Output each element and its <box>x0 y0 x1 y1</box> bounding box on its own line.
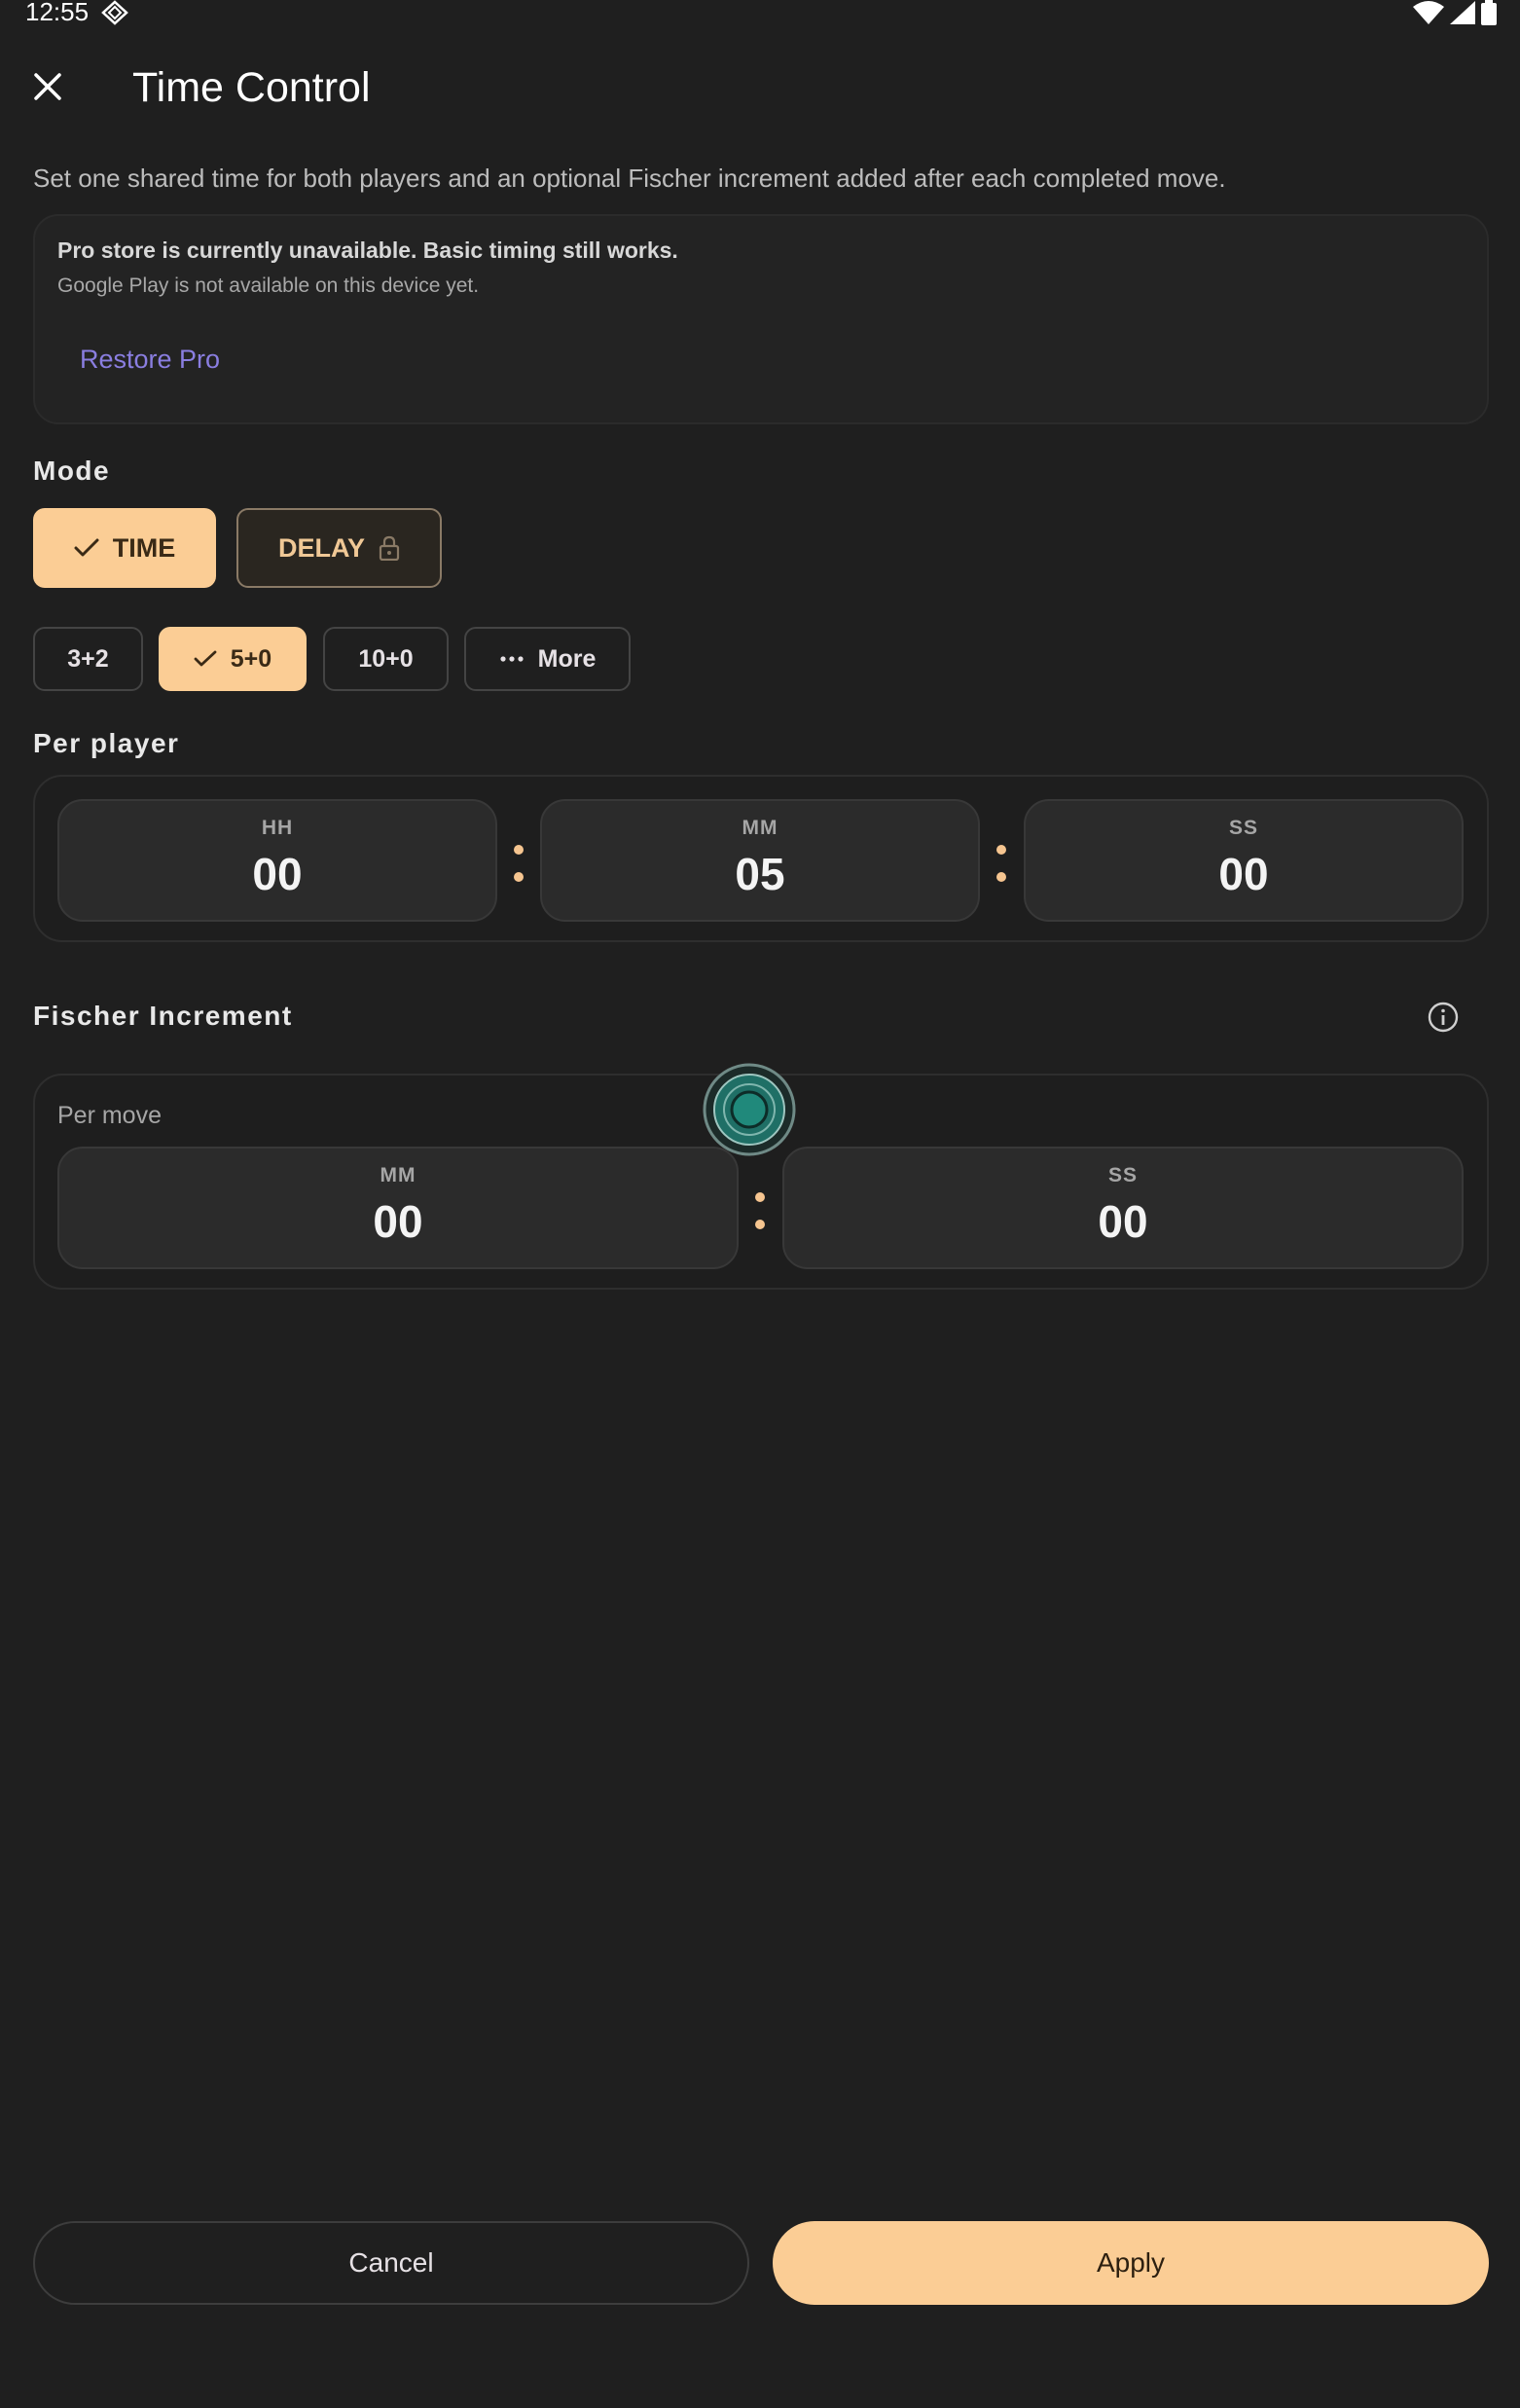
info-icon <box>1427 1001 1460 1034</box>
preset-chip-label: 10+0 <box>358 644 414 673</box>
increment-seconds-value: 00 <box>1098 1196 1148 1247</box>
close-icon <box>32 71 63 102</box>
per-move-label: Per move <box>57 1102 162 1129</box>
signal-icon <box>1450 1 1475 24</box>
preset-chip-label: 5+0 <box>230 644 272 673</box>
colon-dot <box>514 845 524 855</box>
hours-field[interactable]: HH 00 <box>57 799 497 922</box>
hours-field-label: HH <box>261 817 294 839</box>
colon-dot <box>755 1220 765 1229</box>
preset-chip-label: More <box>537 644 597 673</box>
increment-minutes-field[interactable]: MM 00 <box>57 1147 739 1269</box>
minutes-field-label: MM <box>742 817 778 839</box>
hours-field-value: 00 <box>252 849 303 899</box>
colon-dot <box>996 845 1006 855</box>
preset-chip-10-0[interactable]: 10+0 <box>323 627 449 691</box>
notification-icon <box>101 0 128 25</box>
mode-chip-time[interactable]: TIME <box>33 508 216 588</box>
lock-icon <box>379 535 400 561</box>
seconds-field-label: SS <box>1228 817 1258 839</box>
preset-chip-label: 3+2 <box>67 644 109 673</box>
increment-seconds-field[interactable]: SS 00 <box>782 1147 1464 1269</box>
check-icon <box>74 538 99 558</box>
colon-dot <box>996 872 1006 882</box>
colon-dot <box>514 872 524 882</box>
touch-indicator <box>703 1063 796 1156</box>
preset-chip-5-0[interactable]: 5+0 <box>159 627 307 691</box>
per-player-section-label: Per player <box>33 728 180 758</box>
status-icons <box>1413 0 1497 25</box>
more-dots-icon <box>499 655 525 663</box>
restore-pro-button[interactable]: Restore Pro <box>60 335 239 383</box>
mode-section-label: Mode <box>33 456 111 486</box>
apply-button[interactable]: Apply <box>773 2221 1489 2305</box>
increment-minutes-value: 00 <box>373 1196 423 1247</box>
notice-title: Pro store is currently unavailable. Basi… <box>57 237 678 263</box>
battery-icon <box>1481 0 1497 25</box>
mode-chip-label: DELAY <box>277 532 366 563</box>
preset-chip-3-2[interactable]: 3+2 <box>33 627 143 691</box>
seconds-field-value: 00 <box>1218 849 1269 899</box>
check-icon <box>194 650 217 668</box>
page-title: Time Control <box>132 64 371 111</box>
colon-dot <box>755 1192 765 1202</box>
mode-chip-delay[interactable]: DELAY <box>236 508 442 588</box>
preset-chip-more[interactable]: More <box>464 627 631 691</box>
notice-subtitle: Google Play is not available on this dev… <box>57 274 480 297</box>
minutes-field[interactable]: MM 05 <box>540 799 980 922</box>
increment-minutes-label: MM <box>380 1164 416 1186</box>
increment-seconds-label: SS <box>1107 1164 1138 1186</box>
wifi-icon <box>1413 1 1444 24</box>
info-button[interactable] <box>1427 1001 1460 1034</box>
cancel-button[interactable]: Cancel <box>33 2221 749 2305</box>
minutes-field-value: 05 <box>735 849 785 899</box>
fischer-increment-section-label: Fischer Increment <box>33 1001 293 1031</box>
status-time: 12:55 <box>25 0 90 26</box>
seconds-field[interactable]: SS 00 <box>1024 799 1464 922</box>
description-text: Set one shared time for both players and… <box>33 164 1226 193</box>
close-button[interactable] <box>21 60 74 113</box>
mode-chip-label: TIME <box>112 532 176 563</box>
